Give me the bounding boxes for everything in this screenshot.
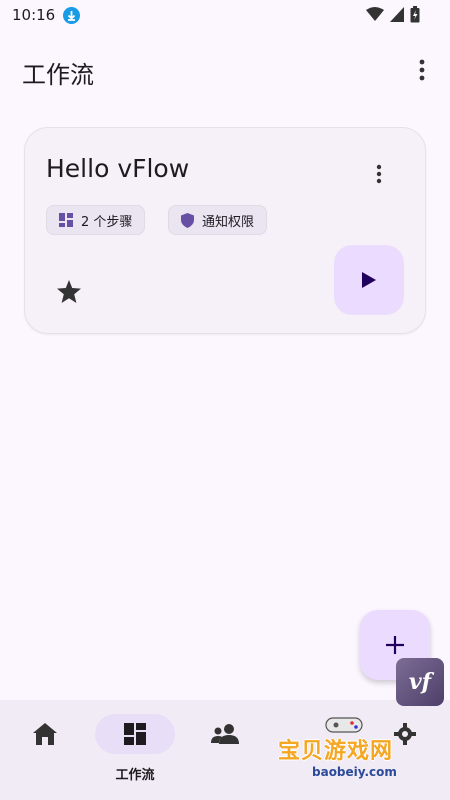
permission-chip: 通知权限 xyxy=(168,205,268,235)
workflow-menu-button[interactable] xyxy=(367,162,391,186)
people-icon xyxy=(211,724,239,744)
permission-chip-label: 通知权限 xyxy=(202,214,255,230)
nav-item-home[interactable] xyxy=(0,714,90,786)
star-icon xyxy=(57,279,81,303)
more-vert-icon xyxy=(419,59,425,81)
more-vert-icon xyxy=(376,164,382,184)
watermark-url: baobeiy.com xyxy=(312,765,397,779)
battery-icon xyxy=(410,6,420,23)
shield-icon xyxy=(181,212,194,228)
watermark: 宝贝游戏网 baobeiy.com xyxy=(272,715,422,795)
signal-icon xyxy=(390,7,404,22)
dashboard-icon xyxy=(124,723,146,745)
vflow-badge: vf xyxy=(396,658,444,706)
nav-indicator xyxy=(95,714,175,754)
home-icon xyxy=(33,723,57,745)
nav-indicator xyxy=(185,714,265,754)
workflow-title: Hello vFlow xyxy=(46,154,190,183)
download-icon xyxy=(63,7,80,24)
nav-label-workflows: 工作流 xyxy=(115,768,155,783)
nav-item-workflows[interactable]: 工作流 xyxy=(90,714,180,786)
steps-chip: 2 个步骤 xyxy=(46,205,146,235)
watermark-text: 宝贝游戏网 xyxy=(278,739,394,764)
page-title: 工作流 xyxy=(22,61,94,89)
vflow-badge-text: vf xyxy=(408,669,432,695)
play-icon xyxy=(362,272,376,288)
wifi-icon xyxy=(366,7,384,21)
system-icons xyxy=(366,6,420,23)
status-bar: 10:16 xyxy=(0,0,450,32)
nav-indicator xyxy=(5,714,85,754)
gamepad-icon xyxy=(325,717,363,733)
steps-chip-label: 2 个步骤 xyxy=(81,214,133,230)
status-time: 10:16 xyxy=(12,6,56,24)
overflow-menu-button[interactable] xyxy=(410,56,434,84)
workflow-card[interactable]: Hello vFlow 2 个步骤 通知权限 xyxy=(24,127,426,334)
nav-item-modules[interactable] xyxy=(180,714,270,786)
favorite-button[interactable] xyxy=(55,277,83,305)
dashboard-icon xyxy=(59,213,73,227)
run-workflow-button[interactable] xyxy=(334,245,404,315)
plus-icon xyxy=(386,636,404,654)
